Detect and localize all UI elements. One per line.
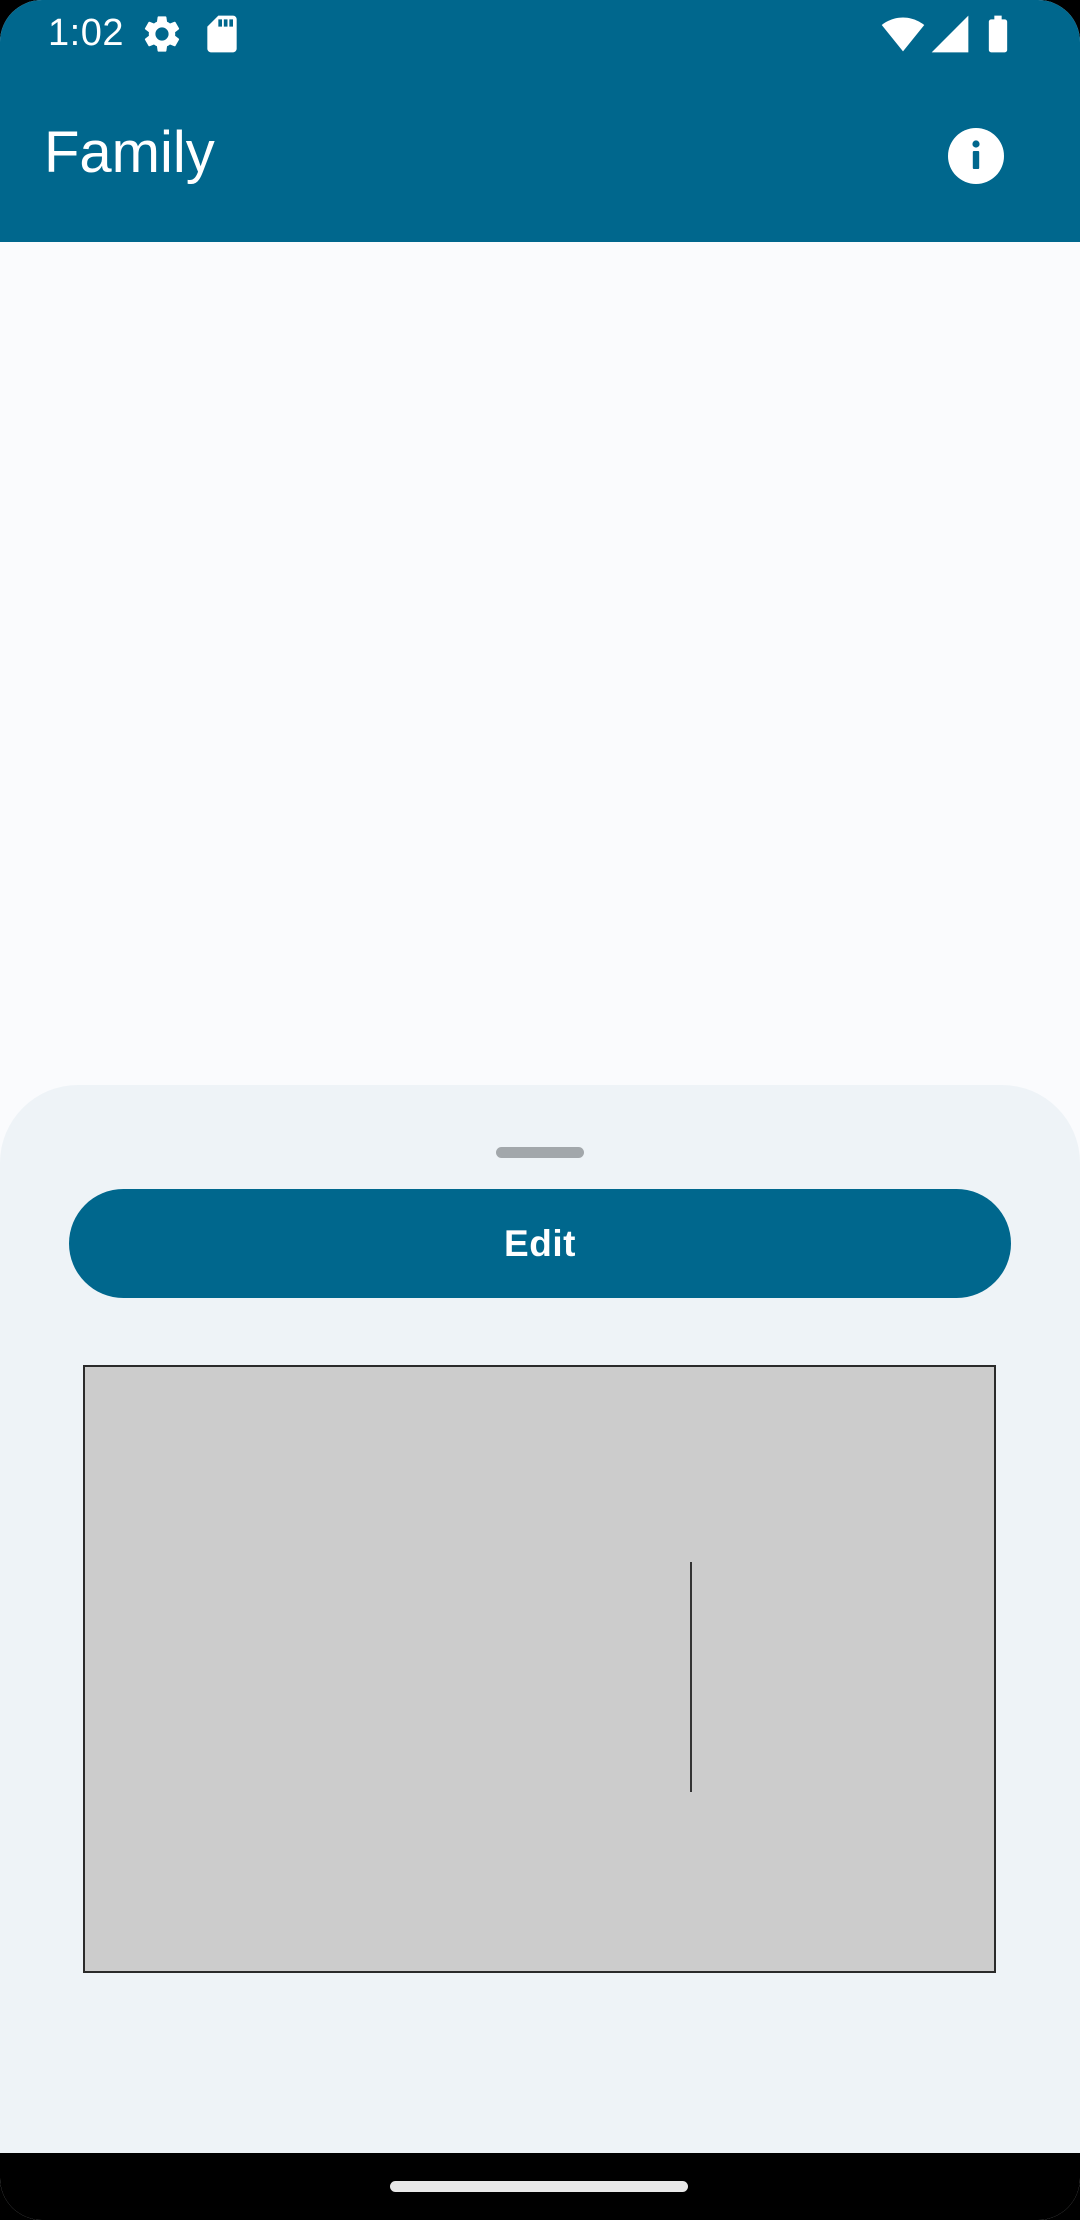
navigation-bar [0,2153,1080,2220]
sd-card-icon [200,12,244,56]
bottom-sheet: Edit [0,1085,1080,2153]
drag-handle[interactable] [496,1147,584,1158]
info-icon [948,128,1004,184]
edit-button[interactable]: Edit [69,1189,1011,1298]
content-area [0,242,1080,1086]
drawing-canvas[interactable] [83,1365,996,1973]
canvas-line [690,1562,692,1792]
page-title: Family [44,120,215,185]
cellular-signal-icon [928,12,972,56]
settings-gear-icon [140,12,184,56]
wifi-icon [880,12,926,56]
app-bar: Family [0,66,1080,242]
status-bar: 1:02 [0,0,1080,66]
info-button[interactable] [942,122,1010,190]
home-indicator[interactable] [390,2181,688,2192]
phone-screen: 1:02 Family Edit [0,0,1080,2220]
status-time: 1:02 [48,12,124,54]
battery-icon [976,12,1020,56]
